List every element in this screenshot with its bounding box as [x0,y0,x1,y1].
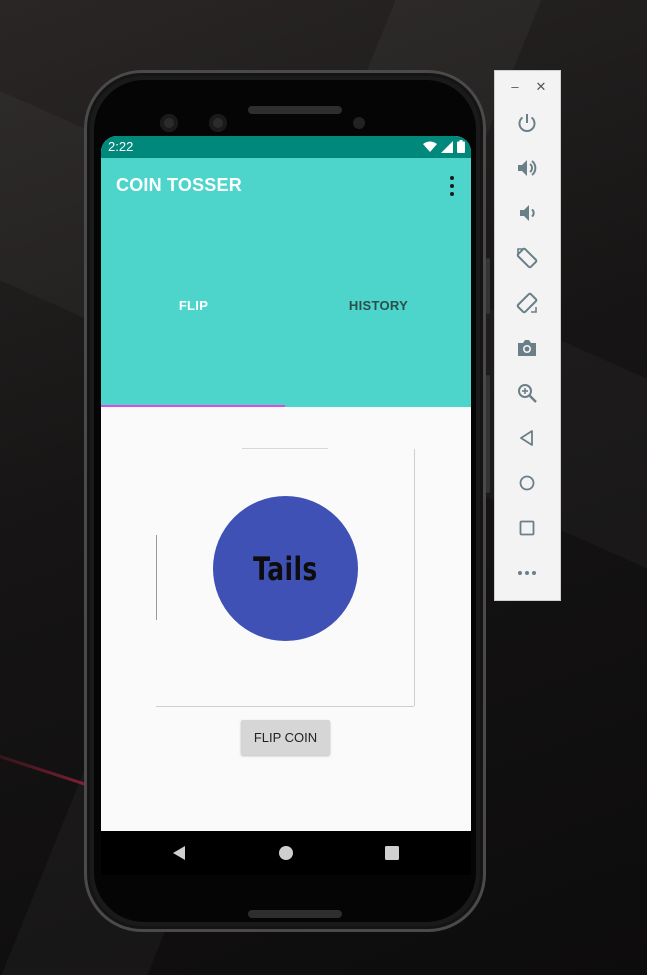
home-icon[interactable] [513,469,541,497]
power-side-button [486,258,490,314]
camera-icon[interactable] [513,334,541,362]
back-icon[interactable] [513,424,541,452]
front-camera-left [160,114,178,132]
back-icon [173,846,185,860]
flip-coin-button[interactable]: FLIP COIN [241,720,330,755]
battery-icon [457,140,465,153]
earpiece-speaker [248,106,342,114]
rotate-right-icon[interactable] [513,289,541,317]
status-bar: 2:22 [101,136,471,158]
emulator-window-controls: – ✕ [495,71,560,105]
coin: Tails [213,496,358,641]
emulator-toolbar: – ✕ [495,71,560,600]
app-title: COIN TOSSER [116,175,242,195]
overview-icon[interactable] [513,514,541,542]
zoom-icon[interactable] [513,379,541,407]
cellular-signal-icon [441,140,453,153]
wifi-icon [423,141,437,152]
bottom-speaker [248,910,342,918]
front-camera-right [209,114,227,132]
coin-frame-left-edge [156,535,157,620]
navigation-bar [101,831,471,875]
volume-side-button [486,375,490,493]
proximity-sensor [353,117,365,129]
overflow-menu-icon[interactable] [447,176,457,196]
more-icon[interactable] [513,559,541,587]
coin-frame-right-edge [414,449,415,706]
coin-frame-bottom-edge [156,706,414,707]
recents-button[interactable] [370,831,414,875]
rotate-left-icon[interactable] [513,244,541,272]
home-icon [279,846,293,860]
recents-icon [385,846,399,860]
back-button[interactable] [157,831,201,875]
tab-flip[interactable]: FLIP [101,298,286,324]
status-icons [423,140,465,153]
tab-history[interactable]: HISTORY [286,298,471,324]
status-time: 2:22 [108,139,134,154]
coin-frame-top-edge [242,448,328,449]
volume-up-icon[interactable] [513,154,541,182]
home-button[interactable] [264,831,308,875]
flip-content: Tails FLIP COIN [101,407,471,831]
app-bar: COIN TOSSER FLIP HISTORY [101,158,471,407]
close-icon[interactable]: ✕ [535,79,547,95]
volume-down-icon[interactable] [513,199,541,227]
minimize-icon[interactable]: – [509,79,521,95]
power-icon[interactable] [513,109,541,137]
phone-screen: 2:22 COIN TOSSER FLIP HISTORY Tails FLIP… [101,136,471,875]
coin-face-text: Tails [253,549,318,588]
